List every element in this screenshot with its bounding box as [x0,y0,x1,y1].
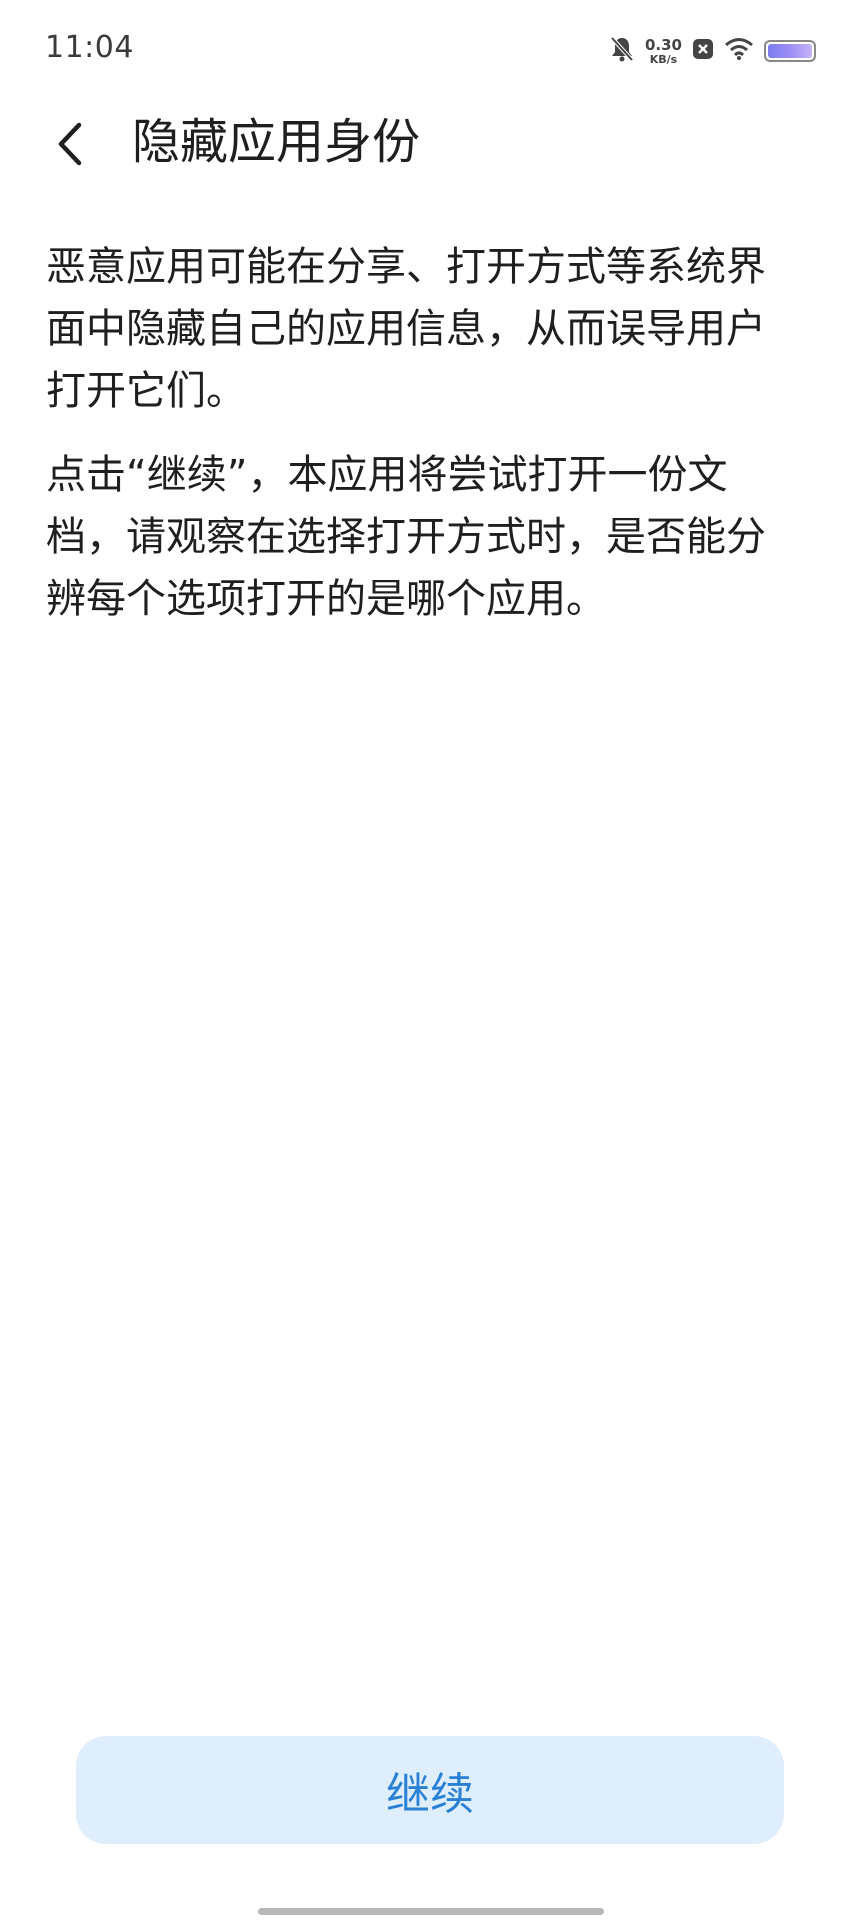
status-time: 11:04 [45,30,134,65]
network-speed-unit: KB/s [649,52,678,66]
wifi-icon [724,37,754,65]
home-indicator[interactable] [258,1908,604,1915]
description-paragraph: 恶意应用可能在分享、打开方式等系统界面中隐藏自己的应用信息，从而误导用户打开它们… [46,244,766,414]
description: 恶意应用可能在分享、打开方式等系统界面中隐藏自己的应用信息，从而误导用户打开它们… [46,236,786,652]
description-paragraph: 点击“继续”，本应用将尝试打开一份文档，请观察在选择打开方式时，是否能分辨每个选… [46,452,766,622]
bell-muted-icon [609,35,635,67]
status-icons: 0.30 KB/s [609,34,816,68]
chevron-left-icon [58,122,82,166]
network-speed: 0.30 KB/s [644,35,682,66]
page-header: 隐藏应用身份 [0,100,861,190]
back-button[interactable] [40,114,100,174]
continue-button[interactable]: 继续 [76,1736,784,1844]
battery-level [768,44,812,58]
page-title: 隐藏应用身份 [132,114,421,170]
close-badge-icon [692,38,714,64]
network-speed-value: 0.30 [644,35,682,54]
battery-icon [764,40,816,62]
status-bar: 11:04 0.30 KB/s [0,0,861,100]
